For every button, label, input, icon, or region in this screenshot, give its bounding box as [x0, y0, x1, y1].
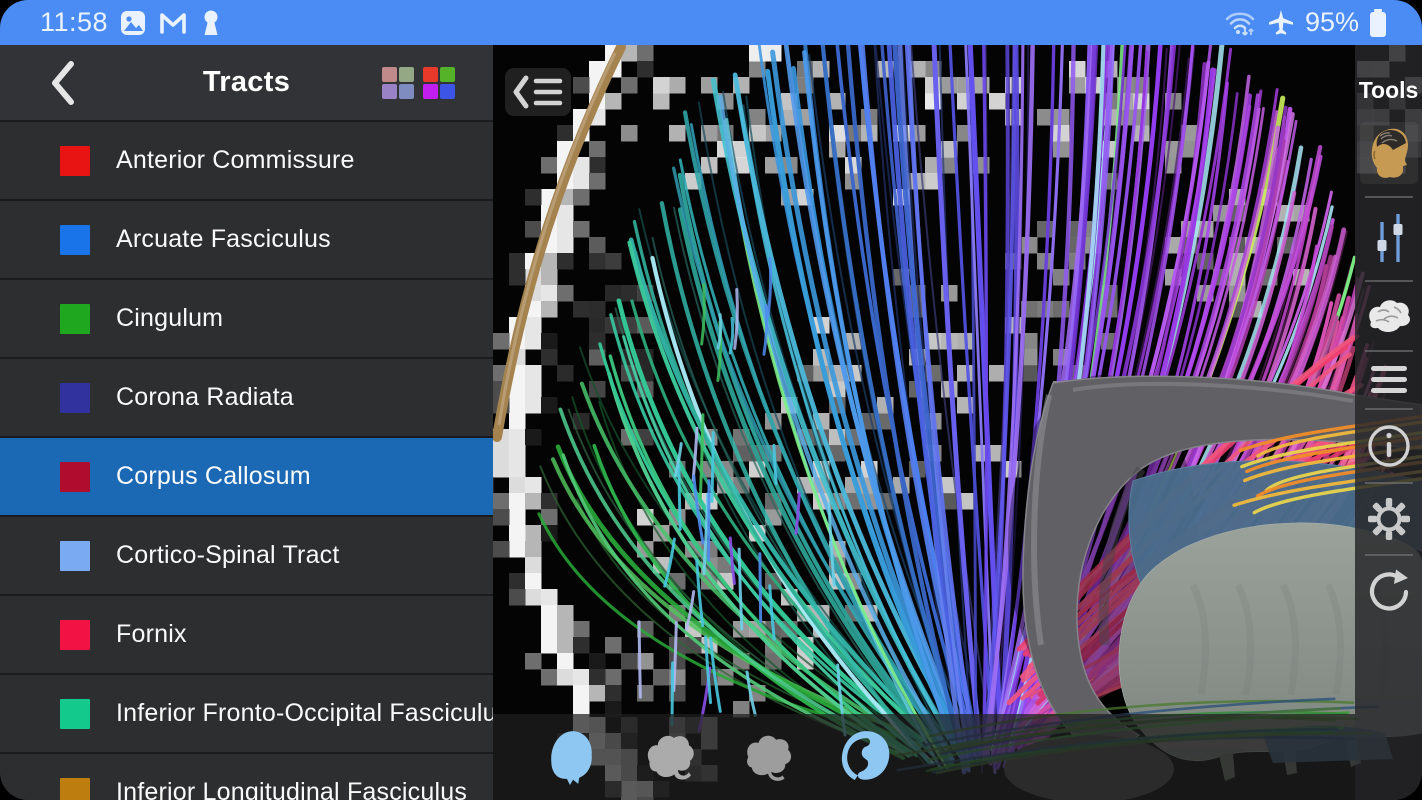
palette-color: [440, 84, 455, 99]
brain-axial-icon: [841, 731, 890, 781]
palette-color: [423, 84, 438, 99]
tract-color-swatch: [60, 382, 90, 413]
viewport-bottom-toolbar: [493, 714, 1355, 800]
tools-divider: [1364, 554, 1413, 556]
reset-view-button[interactable]: [1365, 568, 1413, 618]
settings-button[interactable]: [1366, 496, 1412, 542]
head-silhouette-icon: [551, 731, 592, 785]
collapse-sidebar-button[interactable]: [505, 68, 571, 116]
battery-percent: 95%: [1304, 7, 1359, 37]
tools-panel-title: Tools: [1358, 77, 1419, 103]
palette-color: [382, 84, 397, 99]
palette-color: [423, 67, 438, 82]
palette-color: [399, 67, 414, 82]
wifi-icon: [1225, 11, 1255, 36]
gmail-icon: [160, 12, 186, 34]
head-model-button[interactable]: [1359, 122, 1418, 184]
palette-vivid-button[interactable]: [423, 67, 455, 99]
clock: 11:58: [40, 7, 109, 37]
tract-item-label: Corpus Callosum: [116, 462, 311, 490]
tract-item-label: Cortico-Spinal Tract: [116, 541, 340, 569]
tools-panel: Tools: [1355, 45, 1422, 800]
status-bar: 11:58 95%: [0, 0, 1422, 45]
tract-color-swatch: [60, 619, 90, 650]
tract-color-swatch: [60, 540, 90, 571]
info-icon: [1367, 425, 1410, 467]
tract-item-cortico-spinal-tract[interactable]: Cortico-Spinal Tract: [0, 517, 493, 596]
tract-item-fornix[interactable]: Fornix: [0, 596, 493, 675]
tract-item-inferior-longitudinal-fasciculus[interactable]: Inferior Longitudinal Fasciculus: [0, 754, 493, 800]
brain-lateral-button[interactable]: [643, 727, 697, 787]
brain-lateral-alt-button[interactable]: [741, 727, 795, 787]
tracts-panel: Tracts Anterior Commissure Arcuate Fascic…: [0, 45, 493, 800]
tools-divider: [1364, 408, 1413, 410]
tract-color-swatch: [60, 145, 90, 176]
tools-buttons: [1359, 114, 1418, 626]
phone-screen: 11:58 95% Tracts Anterior Commissure Arc…: [0, 0, 1422, 800]
gear-icon: [1367, 498, 1410, 540]
tract-color-swatch: [60, 224, 90, 255]
tools-divider: [1364, 196, 1413, 198]
brain-axial-button[interactable]: [839, 727, 893, 787]
tract-item-label: Arcuate Fasciculus: [116, 225, 331, 253]
tract-item-label: Inferior Longitudinal Fasciculus: [116, 778, 468, 800]
tract-item-cingulum[interactable]: Cingulum: [0, 280, 493, 359]
head-silhouette-button[interactable]: [545, 727, 599, 787]
airplane-mode-icon: [1268, 9, 1293, 35]
brain-surface-button[interactable]: [1364, 294, 1414, 338]
rotate-icon: [1369, 569, 1408, 611]
tract-menu-button[interactable]: [1368, 364, 1410, 396]
gallery-icon: [121, 10, 146, 35]
tract-item-corona-radiata[interactable]: Corona Radiata: [0, 359, 493, 438]
palette-muted-button[interactable]: [382, 67, 414, 99]
tract-item-anterior-commissure[interactable]: Anterior Commissure: [0, 122, 493, 201]
palette-color: [440, 67, 455, 82]
head-icon: [1371, 128, 1408, 178]
tract-item-label: Cingulum: [116, 304, 224, 332]
tract-item-arcuate-fasciculus[interactable]: Arcuate Fasciculus: [0, 201, 493, 280]
tract-item-label: Corona Radiata: [116, 383, 294, 411]
tools-divider: [1364, 350, 1413, 352]
tractography-viewport[interactable]: [493, 45, 1422, 800]
tract-list: Anterior Commissure Arcuate Fasciculus Cin…: [0, 122, 493, 800]
tools-divider: [1364, 280, 1413, 282]
sliders-icon: [1377, 214, 1402, 262]
tract-item-label: Anterior Commissure: [116, 146, 355, 174]
keyhole-icon: [204, 10, 218, 35]
brain-lateral-icon: [647, 735, 694, 780]
collapse-menu-icon: [513, 75, 563, 109]
tract-item-label: Inferior Fronto-Occipital Fasciculus: [116, 699, 493, 727]
display-sliders-button[interactable]: [1367, 210, 1411, 268]
brain-icon: [1368, 300, 1410, 332]
tract-color-swatch: [60, 777, 90, 800]
tract-item-label: Fornix: [116, 620, 187, 648]
palette-color: [399, 84, 414, 99]
info-button[interactable]: [1365, 422, 1413, 470]
tools-divider: [1364, 482, 1413, 484]
tract-color-swatch: [60, 461, 90, 492]
tract-item-corpus-callosum[interactable]: Corpus Callosum: [0, 438, 493, 517]
menu-icon: [1370, 366, 1407, 393]
battery-icon: [1370, 8, 1386, 37]
palette-color: [382, 67, 397, 82]
tract-color-swatch: [60, 698, 90, 729]
tract-item-inferior-fronto-occipital-fasciculus[interactable]: Inferior Fronto-Occipital Fasciculus: [0, 675, 493, 754]
brain-lateral-alt-icon: [747, 735, 792, 781]
tracts-panel-header: Tracts: [0, 45, 493, 122]
tract-color-swatch: [60, 303, 90, 334]
